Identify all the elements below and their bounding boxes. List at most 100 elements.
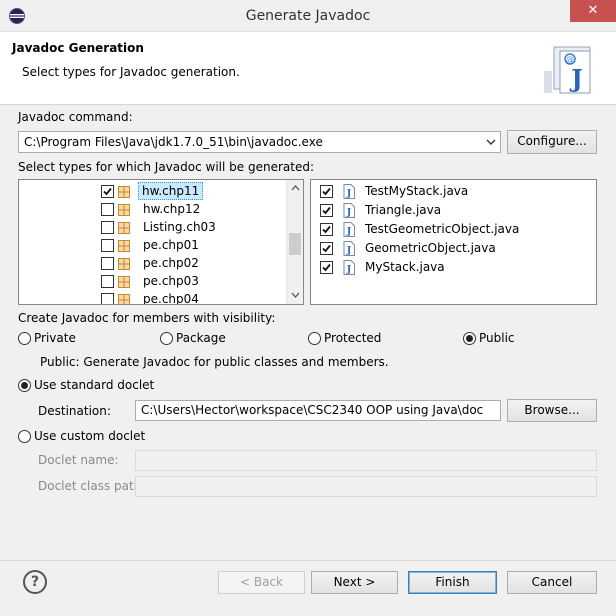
svg-text:J: J bbox=[346, 208, 351, 218]
radio-button[interactable] bbox=[308, 332, 321, 345]
package-name: pe.chp04 bbox=[143, 292, 199, 305]
package-row[interactable]: pe.chp04 bbox=[19, 290, 303, 305]
radio-button[interactable] bbox=[18, 332, 31, 345]
package-name: hw.chp11 bbox=[138, 182, 204, 200]
radio-button[interactable] bbox=[18, 430, 31, 443]
type-name: TestMyStack.java bbox=[365, 184, 469, 198]
package-checkbox[interactable] bbox=[101, 293, 114, 304]
doclet-classpath-input bbox=[135, 476, 597, 497]
cancel-button[interactable]: Cancel bbox=[507, 571, 597, 594]
package-tree[interactable]: hw.chp11 hw.chp12 Listing.ch03 pe.chp01 pe.c… bbox=[18, 179, 304, 305]
visibility-option-label: Private bbox=[34, 331, 76, 345]
doclet-name-input bbox=[135, 450, 597, 471]
footer-separator bbox=[0, 560, 616, 561]
type-checkbox[interactable] bbox=[320, 185, 333, 198]
visibility-option-protected[interactable]: Protected bbox=[308, 331, 418, 347]
help-icon[interactable]: ? bbox=[23, 570, 47, 594]
next-button[interactable]: Next > bbox=[311, 571, 398, 594]
type-checkbox[interactable] bbox=[320, 261, 333, 274]
chevron-down-icon bbox=[486, 139, 496, 145]
javadoc-command-label: Javadoc command: bbox=[18, 110, 133, 124]
type-row[interactable]: J TestMyStack.java bbox=[311, 182, 596, 200]
package-row[interactable]: pe.chp03 bbox=[19, 272, 303, 290]
package-icon bbox=[118, 204, 130, 216]
close-button[interactable]: ✕ bbox=[570, 0, 616, 22]
package-tree-scroll-thumb[interactable] bbox=[289, 233, 301, 255]
type-name: TestGeometricObject.java bbox=[365, 222, 520, 236]
package-checkbox[interactable] bbox=[101, 257, 114, 270]
scroll-down-icon[interactable] bbox=[291, 292, 300, 298]
check-icon bbox=[322, 263, 331, 272]
radio-button[interactable] bbox=[160, 332, 173, 345]
java-file-icon: J bbox=[343, 203, 355, 218]
java-file-icon: J bbox=[343, 184, 355, 199]
visibility-option-public[interactable]: Public bbox=[463, 331, 573, 347]
java-file-icon: J bbox=[343, 241, 355, 256]
package-icon bbox=[118, 222, 130, 234]
custom-doclet-radio[interactable]: Use custom doclet bbox=[18, 429, 178, 445]
destination-label: Destination: bbox=[38, 404, 111, 418]
visibility-option-label: Public bbox=[479, 331, 515, 345]
type-row[interactable]: J TestGeometricObject.java bbox=[311, 220, 596, 238]
configure-button[interactable]: Configure... bbox=[507, 130, 597, 154]
custom-doclet-label: Use custom doclet bbox=[34, 429, 146, 443]
radio-button[interactable] bbox=[18, 379, 31, 392]
browse-button[interactable]: Browse... bbox=[507, 399, 597, 422]
check-icon bbox=[322, 206, 331, 215]
close-icon: ✕ bbox=[587, 3, 599, 18]
package-tree-scrollbar[interactable] bbox=[286, 180, 303, 304]
package-name: pe.chp03 bbox=[143, 274, 199, 288]
package-row[interactable]: hw.chp11 bbox=[19, 182, 303, 200]
check-icon bbox=[322, 187, 331, 196]
doclet-classpath-label: Doclet class path: bbox=[38, 479, 146, 493]
visibility-option-label: Protected bbox=[324, 331, 382, 345]
package-icon bbox=[118, 240, 130, 252]
select-types-label: Select types for which Javadoc will be g… bbox=[18, 160, 314, 174]
wizard-header-title: Javadoc Generation bbox=[12, 41, 144, 55]
svg-text:J: J bbox=[569, 64, 582, 93]
package-checkbox[interactable] bbox=[101, 185, 114, 198]
back-button: < Back bbox=[218, 571, 305, 594]
svg-text:J: J bbox=[346, 246, 351, 256]
standard-doclet-radio[interactable]: Use standard doclet bbox=[18, 378, 178, 394]
type-checkbox[interactable] bbox=[320, 223, 333, 236]
wizard-header-description: Select types for Javadoc generation. bbox=[22, 65, 240, 79]
check-icon bbox=[322, 225, 331, 234]
javadoc-command-value: C:\Program Files\Java\jdk1.7.0_51\bin\ja… bbox=[24, 135, 323, 149]
type-row[interactable]: J GeometricObject.java bbox=[311, 239, 596, 257]
visibility-label: Create Javadoc for members with visibili… bbox=[18, 311, 276, 325]
svg-text:J: J bbox=[346, 227, 351, 237]
javadoc-wizard-banner-icon: @ J bbox=[544, 46, 591, 94]
package-icon bbox=[118, 276, 130, 288]
svg-text:J: J bbox=[346, 265, 351, 275]
type-row[interactable]: J MyStack.java bbox=[311, 258, 596, 276]
visibility-option-private[interactable]: Private bbox=[18, 331, 128, 347]
package-checkbox[interactable] bbox=[101, 275, 114, 288]
scroll-up-icon[interactable] bbox=[291, 185, 300, 191]
visibility-option-package[interactable]: Package bbox=[160, 331, 270, 347]
type-list[interactable]: J TestMyStack.java J Triangle.java J TestGeom… bbox=[310, 179, 597, 305]
package-row[interactable]: pe.chp01 bbox=[19, 236, 303, 254]
javadoc-command-combo[interactable]: C:\Program Files\Java\jdk1.7.0_51\bin\ja… bbox=[18, 131, 501, 153]
type-checkbox[interactable] bbox=[320, 242, 333, 255]
type-row[interactable]: J Triangle.java bbox=[311, 201, 596, 219]
visibility-description: Public: Generate Javadoc for public clas… bbox=[40, 355, 389, 369]
package-name: pe.chp02 bbox=[143, 256, 199, 270]
svg-text:J: J bbox=[346, 189, 351, 199]
check-icon bbox=[322, 244, 331, 253]
window-title: Generate Javadoc bbox=[245, 8, 371, 24]
type-checkbox[interactable] bbox=[320, 204, 333, 217]
package-row[interactable]: Listing.ch03 bbox=[19, 218, 303, 236]
package-checkbox[interactable] bbox=[101, 203, 114, 216]
package-name: Listing.ch03 bbox=[143, 220, 216, 234]
visibility-option-label: Package bbox=[176, 331, 226, 345]
package-name: pe.chp01 bbox=[143, 238, 199, 252]
package-row[interactable]: pe.chp02 bbox=[19, 254, 303, 272]
package-checkbox[interactable] bbox=[101, 221, 114, 234]
package-row[interactable]: hw.chp12 bbox=[19, 200, 303, 218]
package-checkbox[interactable] bbox=[101, 239, 114, 252]
radio-button[interactable] bbox=[463, 332, 476, 345]
destination-input[interactable]: C:\Users\Hector\workspace\CSC2340 OOP us… bbox=[135, 400, 501, 421]
check-icon bbox=[103, 187, 112, 196]
finish-button[interactable]: Finish bbox=[408, 571, 497, 594]
